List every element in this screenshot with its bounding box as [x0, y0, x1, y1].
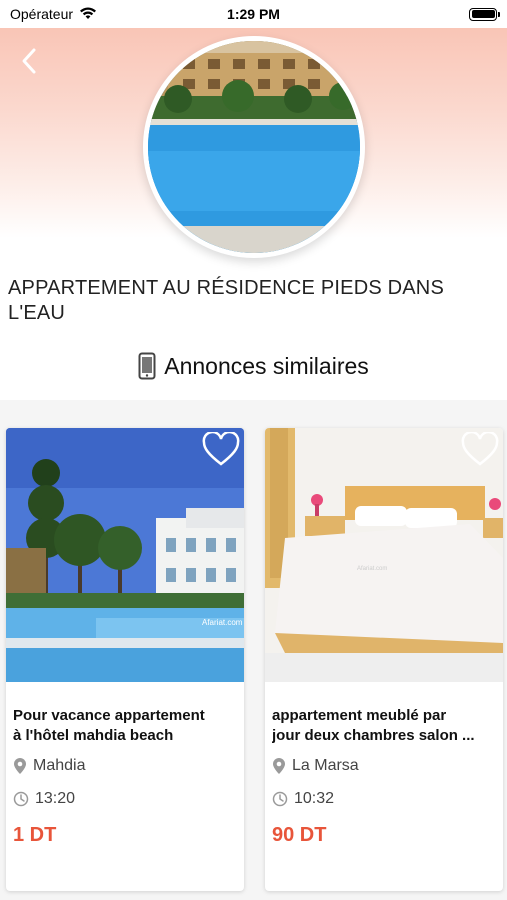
card-location: La Marsa [272, 757, 359, 775]
carrier-label: Opérateur [10, 6, 74, 22]
listing-thumbnail: Afariat.com [265, 428, 503, 682]
location-pin-icon [273, 758, 285, 774]
time-text: 13:20 [35, 790, 76, 807]
card-title-line: à l'hôtel mahdia beach [13, 727, 174, 744]
card-title: appartement meublé par jour deux chambre… [272, 706, 498, 746]
card-title-line: Pour vacance appartement [13, 707, 205, 724]
favorite-heart-icon[interactable] [461, 432, 499, 468]
listing-photo [143, 36, 365, 258]
card-title-line: jour deux chambres salon ... [272, 727, 475, 744]
location-text: La Marsa [292, 757, 359, 774]
watermark-text: Afariat.com [202, 618, 243, 627]
favorite-heart-icon[interactable] [202, 432, 240, 468]
listing-thumbnail: Afariat.com [6, 428, 244, 682]
card-price: 1 DT [13, 824, 57, 846]
back-button[interactable] [14, 44, 44, 78]
location-pin-icon [14, 758, 26, 774]
card-location: Mahdia [13, 757, 85, 775]
listing-title-line: L'EAU [8, 302, 66, 324]
listing-title: APPARTEMENT AU RÉSIDENCE PIEDS DANS L'EA… [8, 276, 498, 326]
card-title-line: appartement meublé par [272, 707, 447, 724]
clock-icon [13, 791, 29, 807]
card-time: 10:32 [272, 790, 334, 808]
card-title: Pour vacance appartement à l'hôtel mahdi… [13, 706, 239, 746]
location-text: Mahdia [33, 757, 86, 774]
similar-listing-card[interactable]: Afariat.com appartement meublé par jour … [265, 428, 503, 891]
status-left: Opérateur [10, 6, 97, 23]
wifi-icon [79, 6, 97, 23]
battery-icon [469, 7, 500, 21]
similar-section-heading: Annonces similaires [0, 346, 507, 386]
card-price: 90 DT [272, 824, 327, 846]
similar-heading-text: Annonces similaires [164, 352, 369, 379]
similar-listing-card[interactable]: Afariat.com Pour vacance appartement à l… [6, 428, 244, 891]
status-bar: Opérateur 1:29 PM [0, 0, 507, 28]
svg-text:Afariat.com: Afariat.com [357, 566, 387, 572]
clock-icon [272, 791, 288, 807]
card-time: 13:20 [13, 790, 75, 808]
time-text: 10:32 [294, 790, 335, 807]
listing-title-line: APPARTEMENT AU RÉSIDENCE PIEDS DANS [8, 277, 444, 299]
phone-icon [138, 352, 156, 380]
chevron-left-icon [22, 48, 36, 74]
